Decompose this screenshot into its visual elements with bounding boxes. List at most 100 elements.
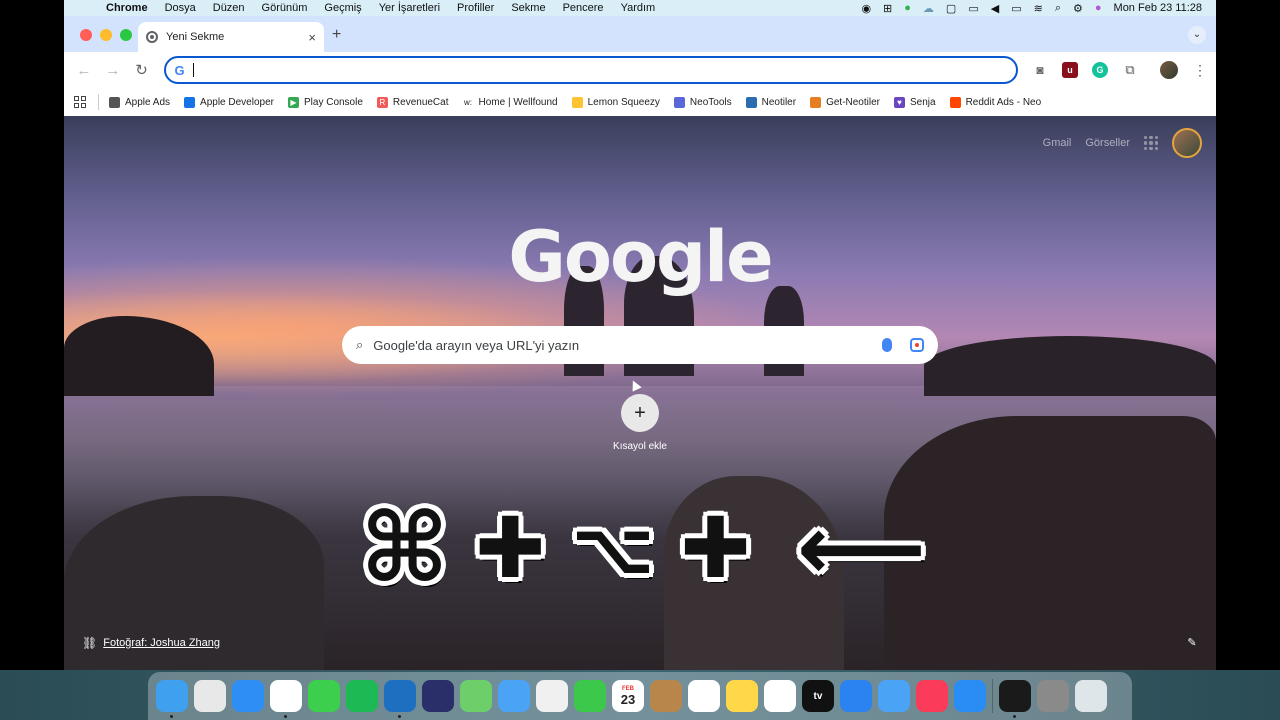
ntp-search-box[interactable]: ⌕ Google'da arayın veya URL'yi yazın <box>342 326 938 364</box>
dock-notes-icon[interactable] <box>726 680 758 712</box>
dock-app-store-icon[interactable] <box>954 680 986 712</box>
dock-finder-icon[interactable] <box>156 680 188 718</box>
bookmark-item[interactable]: Reddit Ads - Neo <box>949 96 1041 108</box>
reload-icon[interactable]: ↻ <box>130 58 154 82</box>
dock-calendar-icon[interactable]: FEB 23 <box>612 680 644 712</box>
dock-contacts-icon[interactable] <box>650 680 682 712</box>
dock-launchpad-icon[interactable] <box>194 680 226 712</box>
dock-spotify-icon[interactable] <box>346 680 378 712</box>
search-icon[interactable]: ⌕ <box>1055 2 1061 15</box>
battery-icon[interactable]: ▭ <box>1011 2 1021 15</box>
camera-icon[interactable]: ◙ <box>1032 62 1048 78</box>
close-tab-icon[interactable]: × <box>308 30 316 45</box>
dock-facetime-icon[interactable] <box>574 680 606 712</box>
dock-photos-icon[interactable] <box>536 680 568 712</box>
menu-help[interactable]: Yardım <box>621 2 656 14</box>
extensions-puzzle-icon[interactable]: ⧉ <box>1122 62 1138 78</box>
dock-chrome-icon[interactable] <box>270 680 302 718</box>
account-avatar[interactable] <box>1172 128 1202 158</box>
customize-pencil-icon[interactable]: ✎ <box>1184 636 1200 652</box>
menu-window[interactable]: Pencere <box>563 2 604 14</box>
bookmark-item[interactable]: Lemon Squeezy <box>571 96 660 108</box>
dock-messages-icon[interactable] <box>308 680 340 712</box>
menu-tab[interactable]: Sekme <box>511 2 545 14</box>
volume-icon[interactable]: ◀ <box>991 2 999 15</box>
cloud-icon[interactable]: ☁ <box>923 2 934 15</box>
left-arrow-key-icon: ⟵ <box>796 495 926 601</box>
dock-apple-tv-icon[interactable]: tv <box>802 680 834 712</box>
bookmark-item[interactable]: Apple Ads <box>109 96 170 108</box>
menu-history[interactable]: Geçmiş <box>324 2 361 14</box>
dock-freeform-icon[interactable] <box>764 680 796 712</box>
minimize-window-button[interactable] <box>100 29 112 41</box>
bookmark-favicon-icon <box>949 96 961 108</box>
control-center-icon[interactable]: ⚙ <box>1073 2 1083 15</box>
rock-right <box>924 336 1216 396</box>
display-icon[interactable]: ▭ <box>968 2 978 15</box>
menu-chrome[interactable]: Chrome <box>106 2 148 14</box>
address-bar[interactable]: G <box>164 56 1018 84</box>
bookmark-favicon-icon <box>109 96 120 108</box>
window-icon[interactable]: ▢ <box>946 2 956 15</box>
n-app-icon[interactable]: ● <box>904 2 911 14</box>
bookmark-item[interactable]: ♥ Senja <box>893 96 936 108</box>
text-caret <box>192 63 194 77</box>
back-arrow-icon[interactable]: ← <box>72 58 96 82</box>
tab-new-tab[interactable]: Yeni Sekme × <box>138 22 324 52</box>
search-placeholder[interactable]: Google'da arayın veya URL'yi yazın <box>373 338 579 353</box>
bookmark-item[interactable]: Neotiler <box>745 96 796 108</box>
photo-credit-text[interactable]: Fotoğraf: Joshua Zhang <box>103 637 220 649</box>
bookmark-item[interactable]: w: Home | Wellfound <box>462 96 558 108</box>
bookmark-item[interactable]: Apple Developer <box>184 96 274 108</box>
add-shortcut-tile[interactable]: + Kısayol ekle <box>600 394 680 452</box>
dock-reminders-icon[interactable] <box>688 680 720 712</box>
new-tab-button[interactable]: + <box>332 26 341 44</box>
bookmark-label: Home | Wellfound <box>478 96 558 108</box>
dock-xcode-icon[interactable] <box>840 680 872 712</box>
dock-vscode-icon[interactable] <box>384 680 416 718</box>
menu-bookmarks[interactable]: Yer İşaretleri <box>379 2 440 14</box>
bookmark-item[interactable]: Get-Neotiler <box>810 96 880 108</box>
voice-search-mic-icon[interactable] <box>882 338 892 352</box>
images-link[interactable]: Görseller <box>1085 137 1130 149</box>
google-lens-icon[interactable] <box>910 338 924 352</box>
dock-mail-icon[interactable] <box>498 680 530 712</box>
profile-avatar-icon[interactable] <box>1159 61 1178 79</box>
dock-terminal-icon[interactable] <box>999 680 1031 718</box>
ntp-header-links: Gmail Görseller <box>1043 128 1202 158</box>
record-icon[interactable]: ◉ <box>861 2 871 15</box>
dock-music-icon[interactable] <box>916 680 948 712</box>
menubar-clock[interactable]: Mon Feb 23 11:28 <box>1114 2 1202 14</box>
menu-edit[interactable]: Düzen <box>213 2 245 14</box>
dock-mirror-icon[interactable] <box>878 680 910 712</box>
close-window-button[interactable] <box>80 29 92 41</box>
ublock-extension-icon[interactable]: u <box>1061 62 1078 78</box>
zoom-window-button[interactable] <box>120 29 132 41</box>
dock-trash-icon[interactable] <box>1075 680 1107 712</box>
forward-arrow-icon[interactable]: → <box>101 58 125 82</box>
dock-system-settings-icon[interactable] <box>1037 680 1069 712</box>
gmail-link[interactable]: Gmail <box>1043 137 1072 149</box>
bookmark-favicon-icon: R <box>376 96 388 108</box>
more-menu-icon[interactable]: ⋮ <box>1192 62 1208 78</box>
google-apps-icon[interactable] <box>1144 136 1158 150</box>
add-shortcut-plus-icon[interactable]: + <box>621 394 659 432</box>
siri-icon[interactable]: ● <box>1095 2 1102 14</box>
bookmark-item[interactable]: R RevenueCat <box>376 96 449 108</box>
bookmark-item[interactable]: NeoTools <box>673 96 732 108</box>
grammarly-extension-icon[interactable]: G <box>1091 62 1108 78</box>
apps-grid-icon[interactable] <box>74 96 86 108</box>
google-g-icon: G <box>174 62 185 78</box>
dock-arc-icon[interactable] <box>422 680 454 712</box>
bookmark-label: Apple Developer <box>200 96 274 108</box>
menu-view[interactable]: Görünüm <box>262 2 308 14</box>
photo-credit[interactable]: ⛓ Fotoğraf: Joshua Zhang <box>82 636 220 650</box>
grid-icon[interactable]: ⊞ <box>883 2 892 15</box>
bookmark-item[interactable]: ▶ Play Console <box>287 96 363 108</box>
menu-profiles[interactable]: Profiller <box>457 2 494 14</box>
menu-file[interactable]: Dosya <box>165 2 196 14</box>
dock-safari-icon[interactable] <box>232 680 264 712</box>
wifi-icon[interactable]: ≋ <box>1034 2 1043 15</box>
tab-search-chevron-icon[interactable]: ⌄ <box>1188 26 1206 44</box>
dock-maps-icon[interactable] <box>460 680 492 712</box>
